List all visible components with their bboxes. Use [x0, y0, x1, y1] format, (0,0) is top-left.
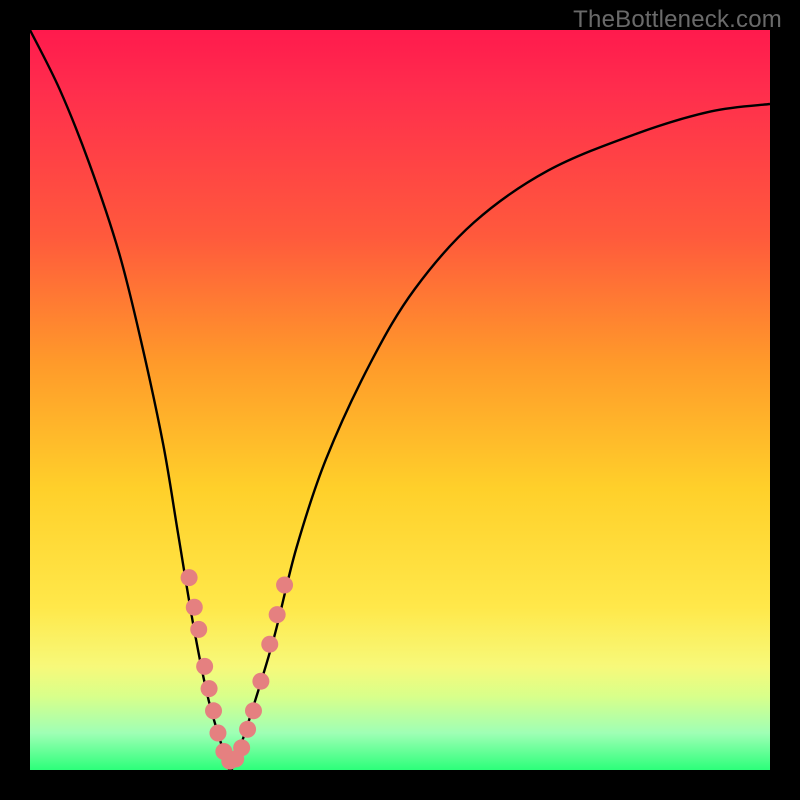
data-marker: [205, 702, 222, 719]
data-marker: [201, 680, 218, 697]
data-marker: [239, 721, 256, 738]
data-marker: [245, 702, 262, 719]
data-marker: [233, 739, 250, 756]
data-marker: [196, 658, 213, 675]
data-marker: [269, 606, 286, 623]
chart-frame: TheBottleneck.com: [0, 0, 800, 800]
marker-group: [181, 569, 293, 770]
data-marker: [261, 636, 278, 653]
data-marker: [181, 569, 198, 586]
data-marker: [252, 673, 269, 690]
data-marker: [186, 599, 203, 616]
plot-area: [30, 30, 770, 770]
data-marker: [190, 621, 207, 638]
bottleneck-curve: [30, 30, 770, 770]
curve-svg: [30, 30, 770, 770]
data-marker: [209, 725, 226, 742]
data-marker: [276, 577, 293, 594]
